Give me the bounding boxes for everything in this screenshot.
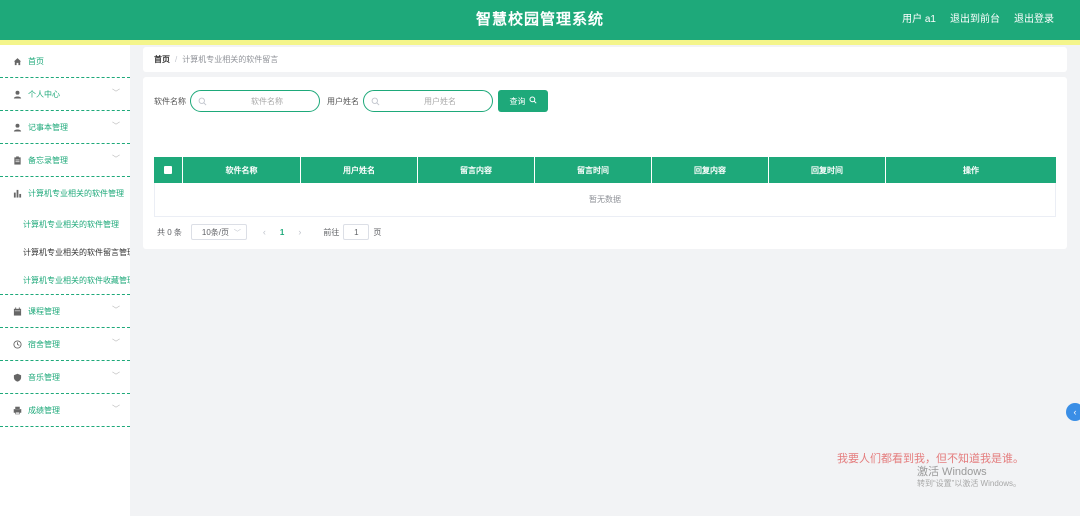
page-unit: 页 xyxy=(373,227,382,237)
chevron-down-icon: ﹀ xyxy=(112,338,120,348)
sidebar-item-dormitory[interactable]: 宿舍管理 ﹀ xyxy=(0,328,130,361)
chevron-left-icon: ‹ xyxy=(1073,407,1077,417)
data-table: 软件名称 用户姓名 留言内容 留言时间 回复内容 回复时间 操作 暂无数据 xyxy=(154,157,1056,217)
sidebar-item-home[interactable]: 首页 xyxy=(0,45,130,78)
current-page[interactable]: 1 xyxy=(280,228,284,237)
user-name-label: 用户姓名 xyxy=(327,96,359,106)
chevron-down-icon: ﹀ xyxy=(112,371,120,381)
user-name-input[interactable] xyxy=(364,91,492,111)
home-icon xyxy=(13,57,22,66)
chevron-down-icon: ﹀ xyxy=(112,88,120,98)
clock-icon xyxy=(13,339,22,349)
search-form: 软件名称 用户姓名 查询 xyxy=(154,90,548,112)
sidebar-item-memo[interactable]: 备忘录管理 ﹀ xyxy=(0,144,130,177)
goto-label: 前往 xyxy=(323,227,340,237)
sidebar-item-label: 成绩管理 xyxy=(28,405,60,415)
bar-chart-icon xyxy=(13,189,22,198)
page-size-value: 10条/页 xyxy=(201,227,230,237)
search-icon xyxy=(371,97,380,108)
sidebar-item-label: 个人中心 xyxy=(28,89,60,99)
sidebar-item-label: 记事本管理 xyxy=(28,122,68,132)
software-submenu: 计算机专业相关的软件管理 计算机专业相关的软件留言管理 计算机专业相关的软件收藏… xyxy=(0,210,130,295)
logout-link[interactable]: 退出登录 xyxy=(1014,0,1054,40)
software-name-input[interactable] xyxy=(191,91,319,111)
printer-icon xyxy=(13,406,22,415)
sidebar-item-notebook[interactable]: 记事本管理 ﹀ xyxy=(0,111,130,144)
user-icon xyxy=(13,90,22,99)
chevron-down-icon: ﹀ xyxy=(112,154,120,164)
column-header: 软件名称 xyxy=(183,157,301,183)
select-all-checkbox[interactable] xyxy=(164,166,172,174)
column-header: 留言时间 xyxy=(535,157,652,183)
column-header: 用户姓名 xyxy=(301,157,418,183)
software-name-field xyxy=(190,90,320,112)
sidebar-item-label: 课程管理 xyxy=(28,306,60,316)
sidebar-item-label: 宿舍管理 xyxy=(28,339,60,349)
activate-windows-title: 激活 Windows xyxy=(917,466,987,478)
sidebar-item-label: 备忘录管理 xyxy=(28,155,68,165)
breadcrumb-separator: / xyxy=(175,55,178,64)
query-button[interactable]: 查询 xyxy=(498,90,548,112)
goto-page-input[interactable]: 1 xyxy=(343,224,370,240)
sidebar-item-label: 音乐管理 xyxy=(28,372,60,382)
table-header: 软件名称 用户姓名 留言内容 留言时间 回复内容 回复时间 操作 xyxy=(154,157,1056,183)
pagination: 共 0 条 10条/页 ﹀ ‹ 1 › 前往 1 页 xyxy=(157,224,381,240)
back-to-front-link[interactable]: 退出到前台 xyxy=(950,0,1000,40)
breadcrumb-current: 计算机专业相关的软件留言 xyxy=(182,55,279,64)
calendar-icon xyxy=(13,306,22,316)
main-panel: 软件名称 用户姓名 查询 软件名称 用户姓名 留 xyxy=(143,77,1067,249)
sidebar-item-grades[interactable]: 成绩管理 ﹀ xyxy=(0,394,130,427)
current-user: 用户 a1 xyxy=(902,14,936,25)
chevron-down-icon: ﹀ xyxy=(233,230,241,237)
sidebar-item-label: 首页 xyxy=(28,56,44,66)
sidebar-item-music[interactable]: 音乐管理 ﹀ xyxy=(0,361,130,394)
chevron-down-icon: ﹀ xyxy=(112,121,120,131)
sidebar-item-software[interactable]: 计算机专业相关的软件管理 xyxy=(0,177,130,210)
next-page-icon[interactable]: › xyxy=(298,227,301,237)
search-icon xyxy=(198,97,207,108)
prev-page-icon[interactable]: ‹ xyxy=(263,227,266,237)
goto-page: 前往 1 页 xyxy=(323,224,381,240)
user-icon xyxy=(13,123,22,132)
column-header: 回复时间 xyxy=(769,157,886,183)
breadcrumb: 首页 / 计算机专业相关的软件留言 xyxy=(143,47,1067,72)
query-button-label: 查询 xyxy=(509,96,526,106)
column-header: 操作 xyxy=(963,165,979,175)
total-count: 共 0 条 xyxy=(157,227,182,237)
page-size-select[interactable]: 10条/页 ﹀ xyxy=(190,224,247,240)
collapse-toggle-button[interactable]: ‹ xyxy=(1066,403,1080,421)
sidebar: 首页 个人中心 ﹀ 记事本管理 ﹀ 备忘录管理 ﹀ 计算机专业相关的软件管理 计… xyxy=(0,45,130,516)
accent-bar xyxy=(0,40,1080,45)
empty-text: 暂无数据 xyxy=(589,195,621,204)
sidebar-item-personal-center[interactable]: 个人中心 ﹀ xyxy=(0,78,130,111)
user-name-field xyxy=(363,90,493,112)
header-actions: 用户 a1 退出到前台 退出登录 xyxy=(902,0,1054,40)
chevron-down-icon: ﹀ xyxy=(112,404,120,414)
table-empty-row: 暂无数据 xyxy=(154,183,1056,217)
breadcrumb-home[interactable]: 首页 xyxy=(154,54,170,65)
top-bar: 智慧校园管理系统 用户 a1 退出到前台 退出登录 xyxy=(0,0,1080,40)
sidebar-subitem-software-manage[interactable]: 计算机专业相关的软件管理 xyxy=(0,210,130,238)
sidebar-item-course[interactable]: 课程管理 ﹀ xyxy=(0,295,130,328)
shield-icon xyxy=(13,373,22,382)
software-name-label: 软件名称 xyxy=(154,96,186,106)
sidebar-subitem-software-message[interactable]: 计算机专业相关的软件留言管理 xyxy=(0,238,130,266)
sidebar-subitem-software-favorite[interactable]: 计算机专业相关的软件收藏管理 xyxy=(0,266,130,294)
column-header: 回复内容 xyxy=(652,157,769,183)
sidebar-item-label: 计算机专业相关的软件管理 xyxy=(28,189,124,198)
column-header: 留言内容 xyxy=(418,157,535,183)
clipboard-icon xyxy=(13,155,22,165)
select-all-cell xyxy=(154,157,183,183)
search-icon xyxy=(528,96,537,106)
chevron-down-icon: ﹀ xyxy=(112,305,120,315)
activate-windows-hint: 转到“设置”以激活 Windows。 xyxy=(917,479,1022,488)
